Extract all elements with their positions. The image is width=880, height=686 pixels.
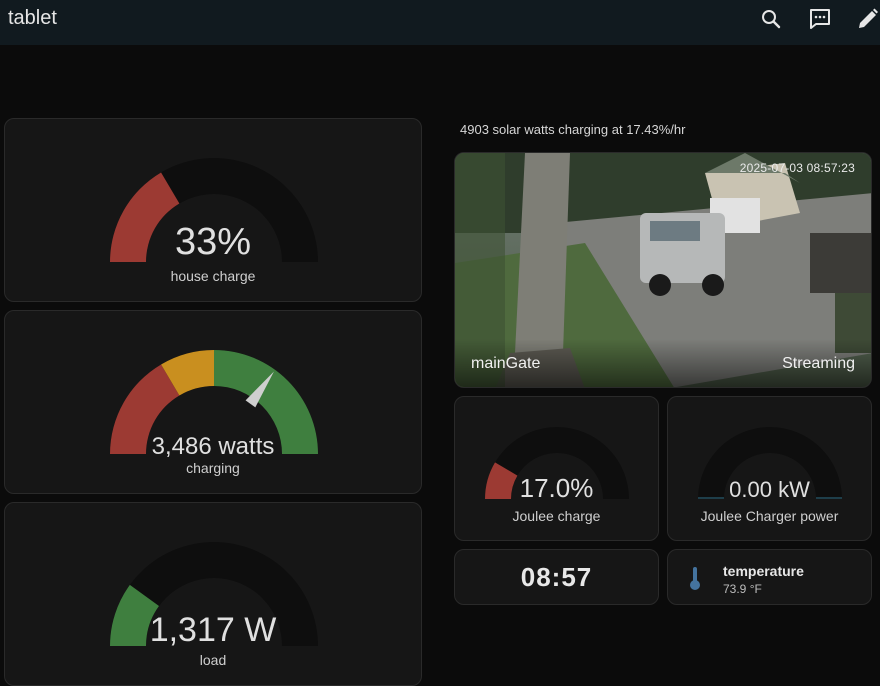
temperature-value: 73.9 °F [723,582,762,596]
temperature-name: temperature [723,563,804,579]
house-charge-card[interactable]: 33% house charge [4,118,422,302]
thermometer-icon [690,567,700,590]
camera-name: mainGate [471,355,541,372]
joulee-power-value: 0.00 kW [729,477,810,502]
temperature-card[interactable]: temperature 73.9 °F [667,549,872,605]
joulee-charge-label: Joulee charge [512,508,601,524]
joulee-charge-card[interactable]: 17.0% Joulee charge [454,396,659,541]
pencil-icon[interactable] [856,7,880,31]
camera-timestamp: 2025-07-03 08:57:23 [739,161,855,175]
clock-card[interactable]: 08:57 [454,549,659,605]
load-value: 1,317 W [149,611,277,649]
camera-card[interactable]: 2025-07-03 08:57:23 mainGate Streaming [454,152,872,388]
house-charge-value: 33% [174,221,252,263]
solar-caption: 4903 solar watts charging at 17.43%/hr [460,122,686,137]
clock-time: 08:57 [520,562,593,592]
joulee-charge-value: 17.0% [519,473,594,503]
charging-card[interactable]: 3,486 watts charging [4,310,422,494]
charging-value: 3,486 watts [151,433,275,460]
top-app-bar: tablet [0,0,880,45]
house-charge-label: house charge [170,268,256,284]
charging-label: charging [186,460,240,476]
joulee-power-card[interactable]: 0.00 kW Joulee Charger power [667,396,872,541]
camera-state: Streaming [782,355,855,372]
joulee-power-label: Joulee Charger power [700,508,839,524]
load-card[interactable]: 1,317 W load [4,502,422,686]
dashboard-title: tablet [8,7,57,29]
load-label: load [199,652,227,668]
chat-icon[interactable] [808,7,832,31]
search-icon[interactable] [759,7,783,31]
